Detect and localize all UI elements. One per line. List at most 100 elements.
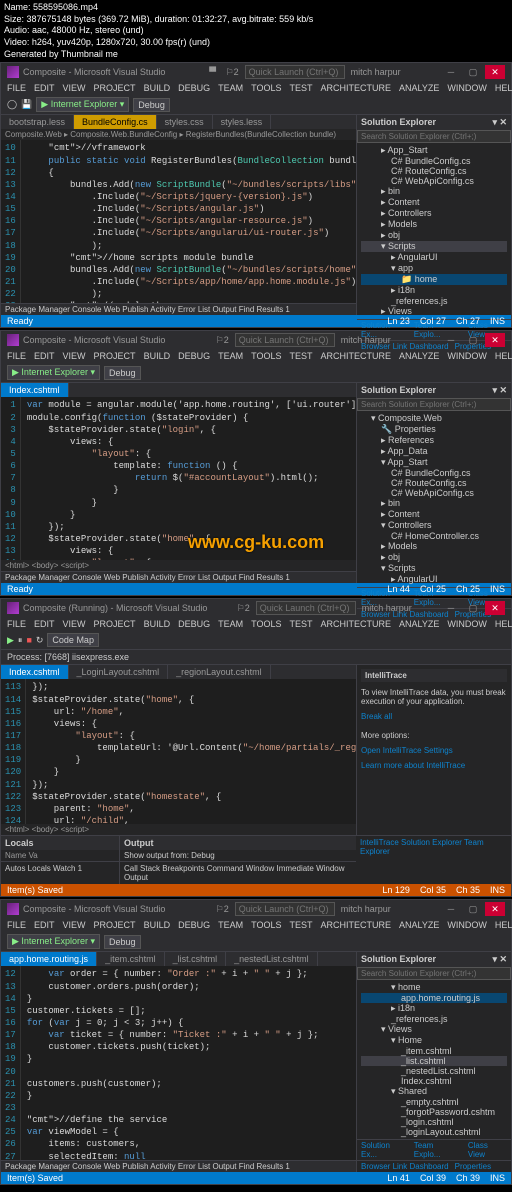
- menu-help[interactable]: HELP: [495, 83, 512, 93]
- break-all-link[interactable]: Break all: [361, 712, 507, 721]
- menu-tools[interactable]: TOOLS: [251, 83, 281, 93]
- tree-node[interactable]: ▸ Controllers: [361, 208, 507, 219]
- quick-launch-input[interactable]: [235, 902, 335, 916]
- tree-node[interactable]: ▸ App_Start: [361, 145, 507, 156]
- toolbar[interactable]: ◯ 💾 ▶ Internet Explorer ▾ Debug: [1, 95, 511, 115]
- tab-nestedlist[interactable]: _nestedList.cshtml: [226, 952, 318, 966]
- tree-node[interactable]: ▸ Content: [361, 197, 507, 208]
- config-select[interactable]: Debug: [104, 366, 141, 380]
- tree-node[interactable]: ▸ AngularUI: [361, 252, 507, 263]
- output-tabs[interactable]: Call Stack Breakpoints Command Window Im…: [120, 861, 356, 884]
- tree-node[interactable]: _forgotPassword.cshtm: [361, 1107, 507, 1117]
- config-select[interactable]: Debug: [133, 98, 170, 112]
- properties-tab[interactable]: Properties: [455, 1162, 491, 1171]
- browser-link-dashboard[interactable]: Browser Link Dashboard: [361, 1162, 449, 1171]
- learn-more-link[interactable]: Learn more about IntelliTrace: [361, 761, 507, 770]
- code-editor[interactable]: 10 11 12 13 14 15 16 17 18 19 20 21 22 2…: [1, 140, 356, 303]
- flag-icon[interactable]: ⚐2: [237, 603, 250, 614]
- toolbar[interactable]: ▶ Internet Explorer ▾ Debug: [1, 932, 511, 952]
- tab-regionlayout[interactable]: _regionLayout.cshtml: [168, 665, 271, 679]
- tree-node[interactable]: C# WebApiConfig.cs: [361, 488, 507, 498]
- flag-icon[interactable]: ⚐2: [216, 335, 229, 346]
- tree-node[interactable]: _list.cshtml: [361, 1056, 507, 1066]
- output-show-from[interactable]: Show output from: Debug: [120, 850, 356, 861]
- quick-launch-input[interactable]: [256, 601, 356, 615]
- tree-node[interactable]: _loginLayout.cshtml: [361, 1127, 507, 1137]
- flag-icon[interactable]: ⚐2: [226, 67, 239, 78]
- continue-icon[interactable]: ▶: [7, 635, 14, 646]
- menu-team[interactable]: TEAM: [218, 83, 243, 93]
- tree-node[interactable]: ▸ obj: [361, 552, 507, 563]
- tree-node[interactable]: C# HomeController.cs: [361, 531, 507, 541]
- tree-node[interactable]: _login.cshtml: [361, 1117, 507, 1127]
- code-editor[interactable]: 113 114 115 116 117 118 119 120 121 122 …: [1, 679, 356, 824]
- start-debug-button[interactable]: ▶ Internet Explorer ▾: [7, 934, 100, 949]
- side-tabs[interactable]: IntelliTrace Solution Explorer Team Expl…: [356, 836, 511, 884]
- tree-node[interactable]: ▸ Models: [361, 219, 507, 230]
- solution-explorer[interactable]: Solution Explorer▾ ✕ ▸ App_StartC# Bundl…: [356, 115, 511, 315]
- menu-project[interactable]: PROJECT: [94, 83, 136, 93]
- tree-node[interactable]: ▾ Views: [361, 1024, 507, 1035]
- document-tabs[interactable]: bootstrap.less BundleConfig.cs styles.cs…: [1, 115, 356, 129]
- tab-item[interactable]: _item.cshtml: [97, 952, 165, 966]
- tree-node[interactable]: ▸ Models: [361, 541, 507, 552]
- menubar[interactable]: FILEEDITVIEWPROJECTBUILDDEBUGTEAMTOOLSTE…: [1, 617, 511, 631]
- tree-node[interactable]: ▾ home: [361, 982, 507, 993]
- tree-node[interactable]: 📁 home: [361, 274, 507, 285]
- document-tabs[interactable]: Index.cshtml: [1, 383, 356, 397]
- close-button[interactable]: ✕: [485, 333, 505, 347]
- debug-toolbar[interactable]: Process: [7668] iisexpress.exe: [1, 650, 511, 665]
- start-debug-button[interactable]: ▶ Internet Explorer ▾: [36, 97, 129, 112]
- tab-class-view[interactable]: Class View: [468, 1141, 507, 1159]
- tree-node[interactable]: ▸ References: [361, 435, 507, 446]
- tree-node[interactable]: ▸ App_Data: [361, 446, 507, 457]
- close-button[interactable]: ✕: [485, 65, 505, 79]
- tree-node[interactable]: _references.js: [361, 296, 507, 306]
- pin-icon[interactable]: ▾ ✕: [492, 385, 507, 396]
- notification-icon[interactable]: ▝▘: [206, 67, 220, 78]
- tab-team-explorer[interactable]: Team Explo...: [414, 1141, 462, 1159]
- restart-icon[interactable]: ↻: [36, 635, 44, 646]
- toolbar[interactable]: ▶ Internet Explorer ▾ Debug: [1, 363, 511, 383]
- nav-breadcrumb[interactable]: Composite.Web ▸ Composite.Web.BundleConf…: [1, 129, 356, 140]
- nav-back-icon[interactable]: ◯: [7, 99, 17, 110]
- tree-node[interactable]: _empty.cshtml: [361, 1097, 507, 1107]
- close-button[interactable]: ✕: [485, 902, 505, 916]
- se-search-input[interactable]: [357, 398, 511, 411]
- tree-node[interactable]: ▾ Shared: [361, 1086, 507, 1097]
- menu-test[interactable]: TEST: [289, 83, 312, 93]
- pause-icon[interactable]: ⏸: [18, 635, 23, 646]
- quick-launch-input[interactable]: [235, 333, 335, 347]
- menu-build[interactable]: BUILD: [144, 83, 171, 93]
- tree-node[interactable]: ▸ bin: [361, 186, 507, 197]
- user-name[interactable]: mitch harpur: [341, 904, 391, 914]
- tree-node[interactable]: C# RouteConfig.cs: [361, 478, 507, 488]
- tree-node[interactable]: ▾ Scripts: [361, 241, 507, 252]
- tree-node[interactable]: ▸ obj: [361, 230, 507, 241]
- tree-node[interactable]: Index.cshtml: [361, 1076, 507, 1086]
- tree-node[interactable]: _nestedList.cshtml: [361, 1066, 507, 1076]
- stop-icon[interactable]: ■: [26, 635, 31, 645]
- titlebar[interactable]: Composite - Microsoft Visual Studio ⚐2 m…: [1, 900, 511, 918]
- tree-node[interactable]: ▾ Controllers: [361, 520, 507, 531]
- menubar[interactable]: FILE EDIT VIEW PROJECT BUILD DEBUG TEAM …: [1, 81, 511, 95]
- start-debug-button[interactable]: ▶ Internet Explorer ▾: [7, 365, 100, 380]
- toolbar[interactable]: ▶ ⏸ ■ ↻ Code Map: [1, 631, 511, 650]
- tree-node[interactable]: app.home.routing.js: [361, 993, 507, 1003]
- tree-node[interactable]: ▾ Scripts: [361, 563, 507, 574]
- tab-bootstrap[interactable]: bootstrap.less: [1, 115, 74, 129]
- se-search-input[interactable]: [357, 967, 511, 980]
- tab-loginlayout[interactable]: _LoginLayout.cshtml: [69, 665, 169, 679]
- tab-list[interactable]: _list.cshtml: [165, 952, 227, 966]
- html-path[interactable]: <html> <body> <script>: [1, 824, 356, 835]
- config-select[interactable]: Debug: [104, 935, 141, 949]
- locals-tabs[interactable]: Autos Locals Watch 1: [1, 861, 119, 875]
- tree-node[interactable]: C# BundleConfig.cs: [361, 468, 507, 478]
- html-path[interactable]: <html> <body> <script>: [1, 560, 356, 571]
- tool-window-tabs[interactable]: Package Manager Console Web Publish Acti…: [1, 303, 356, 315]
- tree-node[interactable]: ▾ app: [361, 263, 507, 274]
- tree-node[interactable]: ▾ App_Start: [361, 457, 507, 468]
- quick-launch-input[interactable]: [245, 65, 345, 79]
- close-button[interactable]: ✕: [485, 601, 505, 615]
- pin-icon[interactable]: ▾ ✕: [492, 117, 507, 128]
